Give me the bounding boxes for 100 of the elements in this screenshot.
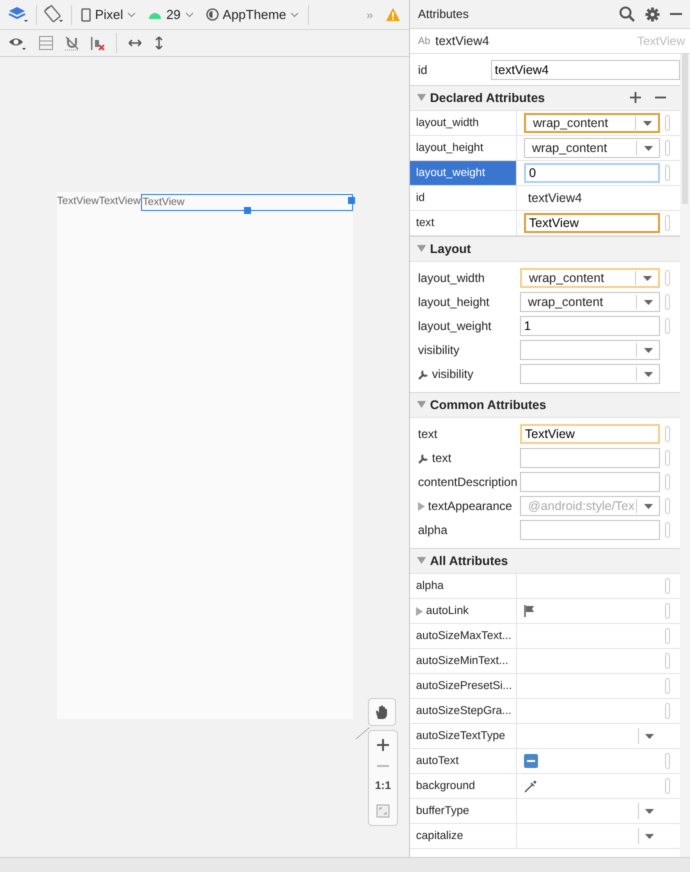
remove-icon[interactable] [655,96,666,99]
attribute-label: layout_height [418,295,490,309]
vertical-arrows-icon[interactable] [153,35,165,51]
rotate-icon[interactable] [43,4,65,24]
horizontal-arrows-icon[interactable] [127,37,143,49]
flag-icon[interactable] [524,605,535,617]
text-view[interactable]: TextView [57,195,99,209]
caret-icon [645,808,654,814]
chevron-down-icon [290,12,300,18]
reference-toggle[interactable] [665,474,670,490]
attribute-label: bufferType [416,805,470,817]
input-field[interactable] [520,472,660,492]
input-field[interactable] [520,520,660,540]
pan-button[interactable] [368,698,396,726]
reference-toggle[interactable] [665,522,670,538]
attribute-label: autoSizePresetSi... [416,680,512,692]
checkbox[interactable] [524,754,538,768]
eyedropper-icon[interactable] [524,780,537,792]
attribute-label: autoText [416,755,459,767]
magnet-off-icon[interactable] [64,35,80,51]
expand-icon[interactable] [418,502,425,510]
caret-icon [644,504,652,508]
input-field[interactable] [520,448,660,468]
theme-icon [206,8,219,21]
reference-toggle[interactable] [665,753,670,769]
expand-icon[interactable] [416,606,423,616]
resize-grip-icon [356,727,370,739]
attribute-label: text [432,451,452,465]
device-dropdown[interactable]: Pixel [78,5,140,24]
search-icon[interactable] [619,6,635,22]
input-field[interactable]: TextView [524,213,660,233]
caret-icon [644,146,652,150]
phone-icon [81,8,91,22]
caret-icon [642,120,652,126]
chevron-down-icon [184,12,194,18]
section-header[interactable]: Layout [410,236,680,262]
input-field[interactable]: 1 [520,316,660,336]
component-name: textView4 [435,34,490,48]
section-header[interactable]: Common Attributes [410,392,680,418]
reference-toggle[interactable] [665,703,670,719]
caret-icon [645,834,654,838]
attribute-label: layout_height [416,142,484,154]
section-header[interactable]: All Attributes [410,548,680,574]
attribute-label: autoSizeMinText... [416,655,508,667]
minimize-icon[interactable] [670,12,682,16]
dropdown-field[interactable]: wrap_content [524,138,660,158]
reference-toggle[interactable] [665,115,670,131]
attribute-label: layout_weight [416,167,486,179]
dropdown-field[interactable]: wrap_content [520,268,660,288]
caret-icon [645,734,654,738]
input-field[interactable]: TextView [520,424,660,444]
input-field[interactable]: textView4 [490,60,680,80]
panel-title: Attributes [418,7,469,21]
zoom-out-icon[interactable] [376,764,390,768]
dropdown-field[interactable] [520,364,660,384]
attribute-label: alpha [416,580,444,592]
hand-icon [374,704,390,720]
reference-toggle[interactable] [665,603,670,619]
attribute-label: layout_width [416,117,479,129]
actual-size-button[interactable]: 1:1 [375,780,391,792]
reference-toggle[interactable] [665,140,670,156]
reference-toggle[interactable] [665,270,670,286]
theme-dropdown[interactable]: AppTheme [202,5,302,24]
reference-toggle[interactable] [665,628,670,644]
attribute-label: autoSizeStepGra... [416,705,512,717]
reference-toggle[interactable] [665,653,670,669]
caret-icon [642,276,652,280]
fit-screen-icon[interactable] [376,804,390,818]
attribute-label: id [416,192,425,204]
layers-icon[interactable] [8,4,30,24]
attribute-label: autoSizeTextType [416,730,506,742]
add-icon[interactable] [630,92,641,103]
dropdown-field[interactable] [520,340,660,360]
input-field[interactable]: 0 [524,163,660,183]
attribute-label: alpha [418,523,448,537]
attribute-label: text [418,427,438,441]
zoom-in-icon[interactable] [376,738,390,752]
reference-toggle[interactable] [665,426,670,442]
attribute-label: contentDescription [418,475,518,489]
reference-toggle[interactable] [665,294,670,310]
section-header[interactable]: Declared Attributes [410,85,680,111]
reference-toggle[interactable] [665,498,670,514]
api-level-dropdown[interactable]: 29 [145,5,197,24]
reference-toggle[interactable] [665,318,670,334]
settings-icon[interactable] [645,6,660,22]
reference-toggle[interactable] [665,678,670,694]
reference-toggle[interactable] [665,215,670,231]
reference-toggle[interactable] [665,165,670,181]
warning-icon[interactable] [385,7,401,22]
text-view[interactable]: TextView [140,194,353,211]
reference-toggle[interactable] [665,578,670,594]
reference-toggle[interactable] [665,450,670,466]
attribute-value: textView4 [527,191,582,205]
attribute-label: layout_weight [418,319,492,333]
blueprint-icon[interactable] [38,35,54,51]
clear-constraints-icon[interactable] [90,35,106,51]
dropdown-field[interactable]: wrap_content [524,113,660,133]
reference-toggle[interactable] [665,778,670,794]
text-view[interactable]: TextView [98,195,141,209]
dropdown-field[interactable]: wrap_content [520,292,660,312]
